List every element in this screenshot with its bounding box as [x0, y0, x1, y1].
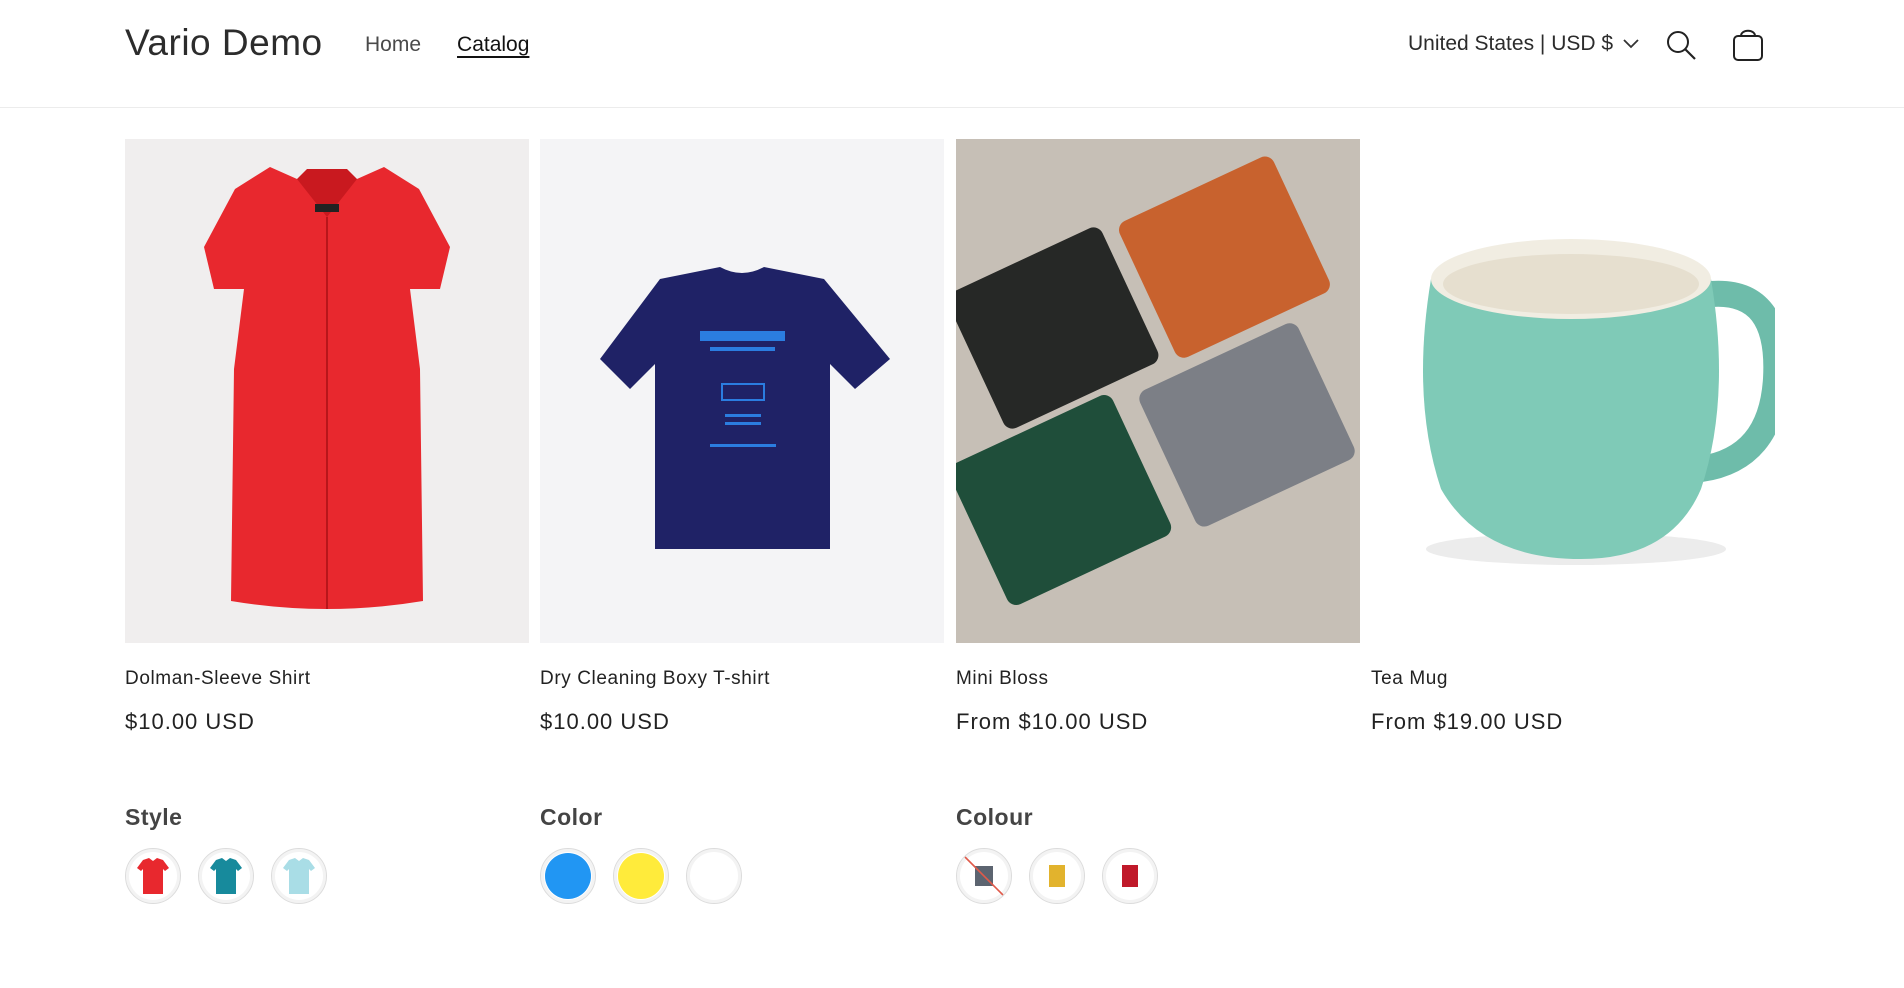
swatch-yellow[interactable]: [613, 848, 669, 904]
white-color-dot: [691, 853, 737, 899]
light-blue-shirt-icon: [283, 858, 315, 894]
red-wallet-icon: [1122, 865, 1138, 887]
chevron-down-icon: [1623, 39, 1639, 49]
product-title[interactable]: Tea Mug: [1371, 668, 1448, 690]
swatch-group: [956, 848, 1158, 904]
product-card: Dry Cleaning Boxy T-shirt $10.00 USD Col…: [540, 139, 944, 904]
main-nav: Home Catalog: [365, 33, 529, 57]
product-price: From $19.00 USD: [1371, 709, 1564, 734]
product-price: $10.00 USD: [125, 709, 255, 734]
grey-wallet-icon: [964, 856, 1004, 896]
mug-illustration: [1423, 239, 1775, 565]
swatch-red-wallet[interactable]: [1102, 848, 1158, 904]
cart-icon[interactable]: [1731, 26, 1765, 62]
swatch-blue[interactable]: [540, 848, 596, 904]
swatch-group: [540, 848, 742, 904]
option-label: Colour: [956, 804, 1034, 830]
swatch-grey-wallet-unavailable[interactable]: [956, 848, 1012, 904]
product-image-mug[interactable]: [1371, 139, 1775, 643]
product-card: Tea Mug From $19.00 USD: [1371, 139, 1775, 734]
swatch-white[interactable]: [686, 848, 742, 904]
brand-logo[interactable]: Vario Demo: [125, 22, 323, 64]
option-label: Color: [540, 804, 603, 830]
nav-home[interactable]: Home: [365, 33, 421, 57]
search-icon[interactable]: [1665, 29, 1697, 61]
wallets-illustration: [956, 139, 1360, 643]
tshirt-illustration: [600, 267, 890, 549]
blue-color-dot: [545, 853, 591, 899]
swatch-group: [125, 848, 327, 904]
product-image-wallets[interactable]: [956, 139, 1360, 643]
country-currency-selector[interactable]: United States | USD $: [1408, 32, 1639, 56]
product-title[interactable]: Dolman-Sleeve Shirt: [125, 668, 311, 690]
product-image-shirt[interactable]: [125, 139, 529, 643]
yellow-color-dot: [618, 853, 664, 899]
product-price: $10.00 USD: [540, 709, 670, 734]
teal-shirt-icon: [210, 858, 242, 894]
nav-catalog[interactable]: Catalog: [457, 33, 529, 57]
product-image-tshirt[interactable]: [540, 139, 944, 643]
product-price: From $10.00 USD: [956, 709, 1149, 734]
product-card: Dolman-Sleeve Shirt $10.00 USD Style: [125, 139, 529, 904]
red-shirt-icon: [137, 858, 169, 894]
yellow-wallet-icon: [1049, 865, 1065, 887]
product-title[interactable]: Dry Cleaning Boxy T-shirt: [540, 668, 770, 690]
swatch-red-shirt[interactable]: [125, 848, 181, 904]
swatch-light-blue-shirt[interactable]: [271, 848, 327, 904]
shirt-illustration: [204, 167, 450, 609]
product-title[interactable]: Mini Bloss: [956, 668, 1049, 690]
swatch-teal-shirt[interactable]: [198, 848, 254, 904]
product-card: Mini Bloss From $10.00 USD Colour: [956, 139, 1360, 904]
option-label: Style: [125, 804, 183, 830]
site-header: Vario Demo Home Catalog United States | …: [0, 0, 1904, 108]
locale-label: United States | USD $: [1408, 32, 1614, 55]
swatch-yellow-wallet[interactable]: [1029, 848, 1085, 904]
